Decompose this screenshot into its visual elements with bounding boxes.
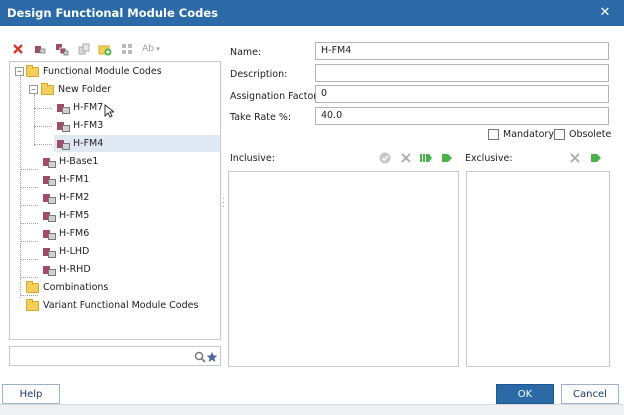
mandatory-checkbox[interactable]: Mandatory [488, 129, 554, 140]
tree-guide [20, 205, 38, 206]
folder-open-icon [41, 82, 54, 95]
inclusive-label: Inclusive: [230, 153, 275, 164]
tree-node-h-fm3[interactable]: H-FM3 [57, 117, 103, 134]
functional-module-icon [43, 175, 56, 186]
cancel-button[interactable]: Cancel [561, 384, 619, 404]
functional-module-icon [43, 265, 56, 276]
tree-node-functional-module-codes[interactable]: Functional Module Codes [26, 63, 162, 80]
tree-node-label: H-FM2 [59, 192, 90, 203]
name-field[interactable]: H-FM4 [315, 42, 609, 60]
window-title: Design Functional Module Codes [7, 6, 218, 20]
tree-guide [20, 223, 38, 224]
checkbox-box[interactable] [488, 129, 499, 140]
tree-node-h-fm7[interactable]: H-FM7 [57, 99, 103, 116]
tree-node-label: H-Base1 [59, 156, 99, 167]
add-multiple-icon[interactable] [419, 151, 433, 165]
delete-icon[interactable] [11, 42, 25, 56]
name-label: Name: [230, 47, 262, 58]
tree-guide [20, 241, 38, 242]
tree-guide [34, 108, 52, 109]
tree-guide [34, 126, 52, 127]
dropdown-icon[interactable]: ▾ [154, 42, 162, 56]
tree-node-h-fm5[interactable]: H-FM5 [43, 207, 89, 224]
tree-guide [34, 94, 35, 146]
assignation-factor-label: Assignation Factor: [230, 91, 321, 102]
help-button[interactable]: Help [2, 384, 60, 404]
background-window-strip [0, 404, 624, 415]
exclusive-list[interactable] [466, 171, 610, 367]
copy-icon[interactable] [77, 42, 91, 56]
take-rate-field[interactable]: 40.0 [315, 107, 609, 125]
tree-node-h-fm6[interactable]: H-FM6 [43, 225, 89, 242]
validate-icon[interactable] [378, 151, 392, 165]
obsolete-checkbox[interactable]: Obsolete [554, 129, 611, 140]
functional-module-icon[interactable] [33, 42, 47, 56]
tree-node-h-lhd[interactable]: H-LHD [43, 243, 89, 260]
tree-guide [34, 144, 52, 145]
inclusive-list[interactable] [228, 171, 459, 367]
ok-button[interactable]: OK [496, 384, 554, 404]
folder-icon [26, 280, 39, 293]
tree-node-label: Functional Module Codes [43, 66, 162, 77]
functional-module-group-icon[interactable] [55, 42, 69, 56]
remove-icon[interactable] [399, 151, 413, 165]
exclusive-label: Exclusive: [465, 153, 513, 164]
tree-guide [20, 277, 38, 278]
tree-node-h-base1[interactable]: H-Base1 [43, 153, 98, 170]
functional-module-icon [43, 157, 56, 168]
add-icon[interactable] [589, 151, 603, 165]
tree-node-new-folder[interactable]: New Folder [41, 81, 111, 98]
tree-node-label: H-FM7 [73, 102, 104, 113]
module-tree: − − Functional Module Codes New Folder H… [9, 61, 221, 340]
new-folder-icon[interactable] [98, 42, 112, 56]
tree-node-combinations[interactable]: Combinations [26, 279, 108, 296]
functional-module-icon [43, 193, 56, 204]
tree-node-variant-functional-module-codes[interactable]: Variant Functional Module Codes [26, 297, 198, 314]
functional-module-icon [57, 103, 70, 114]
tree-node-label: H-FM3 [73, 120, 104, 131]
folder-icon [26, 298, 39, 311]
tree-node-label: H-LHD [59, 246, 90, 257]
description-field[interactable] [315, 64, 609, 82]
collapse-toggle[interactable]: − [15, 67, 24, 76]
title-bar: Design Functional Module Codes ✕ [0, 0, 624, 26]
tree-node-label: Combinations [43, 282, 109, 293]
tree-node-label: H-FM5 [59, 210, 90, 221]
tree-node-label: Variant Functional Module Codes [43, 300, 199, 311]
splitter-handle[interactable]: · · · [222, 194, 226, 211]
tree-search [9, 346, 221, 366]
tree-node-h-fm1[interactable]: H-FM1 [43, 171, 89, 188]
description-label: Description: [230, 69, 288, 80]
collapse-toggle[interactable]: − [29, 85, 38, 94]
remove-icon[interactable] [568, 151, 582, 165]
tree-node-h-fm4[interactable]: H-FM4 [54, 135, 220, 152]
grid-icon[interactable] [120, 42, 134, 56]
assignation-factor-field[interactable]: 0 [315, 85, 609, 103]
functional-module-icon [43, 229, 56, 240]
tree-node-label: H-RHD [59, 264, 91, 275]
tree-node-h-fm2[interactable]: H-FM2 [43, 189, 89, 206]
tree-node-label: H-FM1 [59, 174, 90, 185]
functional-module-icon [43, 211, 56, 222]
tree-node-label: H-FM6 [59, 228, 90, 239]
obsolete-label: Obsolete [569, 129, 612, 140]
checkbox-box[interactable] [554, 129, 565, 140]
mandatory-label: Mandatory [503, 129, 554, 140]
tree-node-label: New Folder [58, 84, 112, 95]
folder-open-icon [26, 64, 39, 77]
take-rate-label: Take Rate %: [230, 112, 292, 123]
functional-module-icon [57, 139, 70, 150]
star-icon[interactable] [205, 350, 219, 364]
search-input[interactable] [12, 349, 188, 363]
tree-guide [20, 169, 38, 170]
functional-module-icon [57, 121, 70, 132]
add-icon[interactable] [440, 151, 454, 165]
tree-node-label: H-FM4 [73, 138, 104, 149]
functional-module-icon [43, 247, 56, 258]
tree-node-h-rhd[interactable]: H-RHD [43, 261, 91, 278]
mouse-cursor-icon [102, 104, 116, 118]
tree-guide [20, 259, 38, 260]
close-icon[interactable]: ✕ [597, 4, 613, 20]
tree-guide [20, 187, 38, 188]
